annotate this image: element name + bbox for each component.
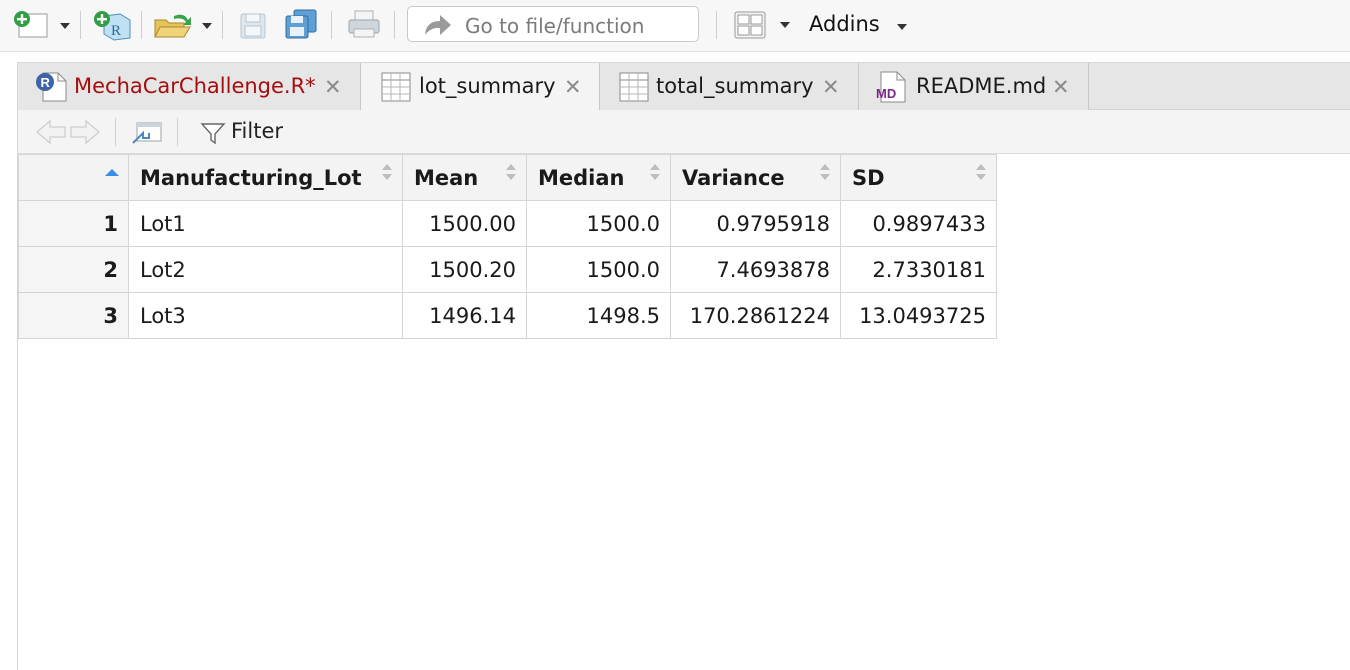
tab-total-summary[interactable]: total_summary ✕: [600, 63, 859, 110]
cell-sd: 0.9897433: [840, 200, 997, 247]
column-header-label: Variance: [682, 165, 785, 190]
cell-sd: 13.0493725: [840, 292, 997, 339]
cell-manufacturing-lot: Lot3: [128, 292, 403, 339]
source-pane: R MechaCarChallenge.R* ✕ lot_summary ✕ t…: [17, 62, 1350, 670]
save-all-icon: [285, 9, 317, 39]
row-number: 3: [18, 292, 129, 339]
addins-dropdown-icon[interactable]: [897, 24, 907, 30]
column-header-label: SD: [852, 165, 885, 190]
tab-label: lot_summary: [419, 74, 556, 98]
save-icon: [240, 13, 266, 39]
table-row: 1 Lot1 1500.00 1500.0 0.9795918 0.989743…: [18, 200, 997, 247]
svg-text:MD: MD: [876, 86, 896, 101]
sort-icon: [650, 164, 660, 184]
open-file-button[interactable]: [152, 10, 194, 40]
pane-layout-icon: [734, 11, 766, 39]
new-project-button[interactable]: R: [90, 8, 132, 42]
sort-icon: [506, 164, 516, 184]
print-button[interactable]: [345, 8, 383, 40]
column-header-mean[interactable]: Mean: [402, 154, 527, 201]
data-table: Manufacturing_Lot Mean Median Variance S…: [18, 154, 997, 339]
goto-arrow-icon: [425, 15, 451, 35]
addins-menu-button[interactable]: Addins: [809, 12, 880, 36]
editor-tab-bar: R MechaCarChallenge.R* ✕ lot_summary ✕ t…: [18, 63, 1350, 111]
new-project-icon: R: [94, 11, 131, 41]
forward-arrow-icon[interactable]: [68, 118, 102, 146]
cell-variance: 170.2861224: [670, 292, 841, 339]
back-arrow-icon[interactable]: [34, 118, 68, 146]
sort-icon: [382, 164, 392, 184]
table-icon: [619, 72, 649, 102]
filter-icon: [200, 123, 226, 145]
close-tab-icon[interactable]: ✕: [324, 75, 342, 99]
data-viewer-toolbar: Filter: [18, 110, 1350, 154]
sort-ascending-icon: [105, 169, 119, 176]
table-row: 2 Lot2 1500.20 1500.0 7.4693878 2.733018…: [18, 246, 997, 293]
open-file-dropdown-icon[interactable]: [202, 23, 212, 29]
sort-icon: [976, 164, 986, 184]
cell-sd: 2.7330181: [840, 246, 997, 293]
tab-mechacarchallenge-r[interactable]: R MechaCarChallenge.R* ✕: [18, 63, 361, 110]
cell-variance: 7.4693878: [670, 246, 841, 293]
svg-text:R: R: [41, 75, 51, 90]
cell-manufacturing-lot: Lot1: [128, 200, 403, 247]
column-header-sd[interactable]: SD: [840, 154, 997, 201]
column-header-label: Mean: [414, 165, 479, 190]
cell-median: 1500.0: [526, 246, 671, 293]
pane-layout-button[interactable]: [732, 9, 768, 41]
main-toolbar: R Go to file/function Addins: [0, 0, 1350, 52]
markdown-icon: MD: [876, 71, 906, 103]
table-row: 3 Lot3 1496.14 1498.5 170.2861224 13.049…: [18, 292, 997, 339]
svg-text:R: R: [111, 23, 121, 39]
column-header-label: Manufacturing_Lot: [140, 165, 362, 190]
cell-mean: 1500.00: [402, 200, 527, 247]
cell-median: 1498.5: [526, 292, 671, 339]
pane-layout-dropdown-icon[interactable]: [780, 22, 790, 28]
cell-mean: 1496.14: [402, 292, 527, 339]
table-icon: [381, 72, 411, 102]
column-header-label: Median: [538, 165, 625, 190]
tab-label: README.md: [916, 74, 1047, 98]
cell-variance: 0.9795918: [670, 200, 841, 247]
tab-label: total_summary: [656, 74, 814, 98]
close-tab-icon[interactable]: ✕: [822, 75, 840, 99]
goto-file-function-input[interactable]: Go to file/function: [407, 6, 699, 42]
r-script-icon: R: [36, 72, 67, 102]
close-tab-icon[interactable]: ✕: [1052, 75, 1070, 99]
show-in-window-icon[interactable]: [129, 117, 165, 147]
new-file-dropdown-icon[interactable]: [60, 23, 70, 29]
tab-lot-summary[interactable]: lot_summary ✕: [361, 63, 600, 111]
column-header-manufacturing-lot[interactable]: Manufacturing_Lot: [128, 154, 403, 201]
tab-label: MechaCarChallenge.R*: [74, 74, 316, 98]
tab-readme-md[interactable]: MD README.md ✕: [859, 63, 1089, 110]
save-all-button[interactable]: [282, 8, 320, 40]
open-file-icon: [154, 14, 191, 38]
goto-placeholder: Go to file/function: [465, 14, 645, 38]
sort-icon: [820, 164, 830, 184]
column-header-median[interactable]: Median: [526, 154, 671, 201]
close-tab-icon[interactable]: ✕: [564, 75, 582, 99]
table-header-row: Manufacturing_Lot Mean Median Variance S…: [18, 154, 997, 201]
save-button[interactable]: [236, 10, 270, 40]
cell-median: 1500.0: [526, 200, 671, 247]
cell-mean: 1500.20: [402, 246, 527, 293]
cell-manufacturing-lot: Lot2: [128, 246, 403, 293]
column-header-variance[interactable]: Variance: [670, 154, 841, 201]
print-icon: [348, 10, 380, 38]
new-file-icon: [14, 11, 48, 38]
row-number: 2: [18, 246, 129, 293]
filter-label: Filter: [231, 119, 284, 143]
row-number: 1: [18, 200, 129, 247]
new-file-button[interactable]: [10, 10, 50, 40]
row-index-header[interactable]: [18, 154, 129, 201]
